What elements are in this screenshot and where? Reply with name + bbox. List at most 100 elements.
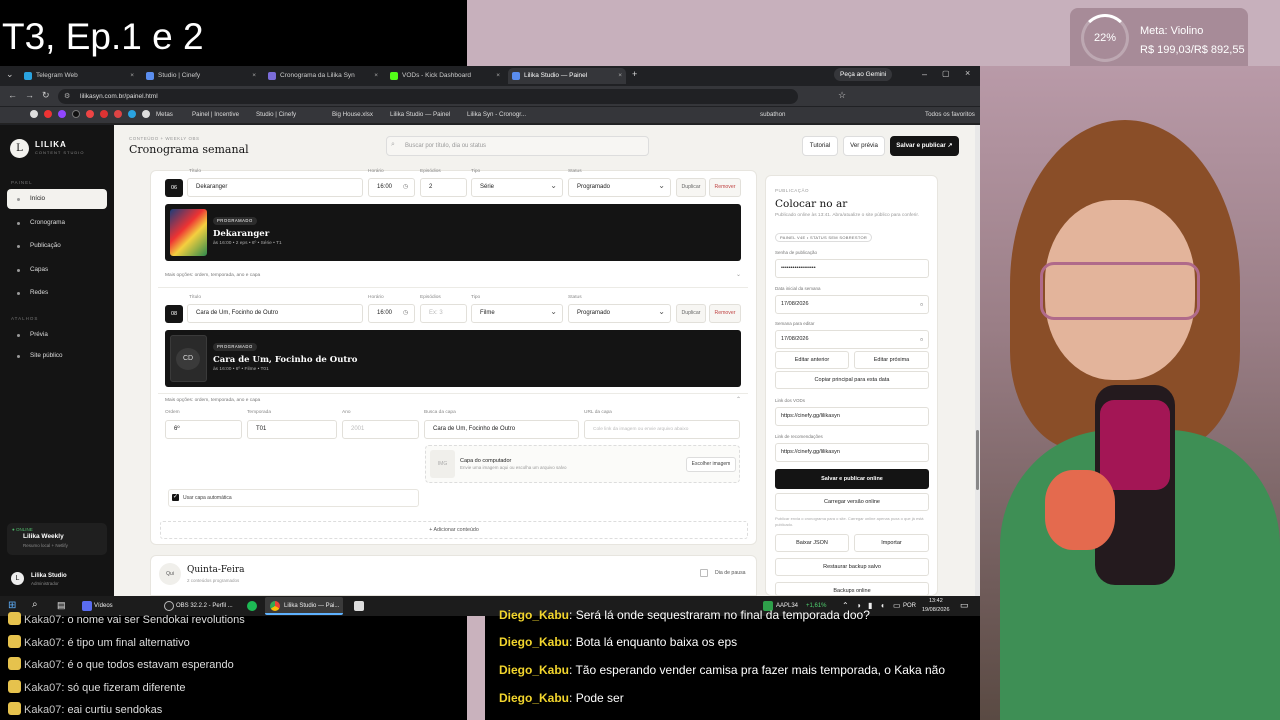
bookmark-star-icon[interactable]: ☆ [838, 90, 846, 101]
bookmark-subathon[interactable]: subathon [760, 111, 785, 118]
title-input[interactable]: Dekaranger [187, 178, 363, 197]
clock-time[interactable]: 13:42 [929, 598, 943, 604]
videos-app-icon[interactable] [82, 601, 92, 611]
duplicate-button[interactable]: Duplicar [676, 304, 706, 323]
window-close-icon[interactable]: × [965, 69, 970, 78]
telegram-icon[interactable] [128, 110, 136, 118]
minimize-icon[interactable]: – [922, 70, 927, 79]
clock-date[interactable]: 19/08/2026 [922, 607, 950, 613]
episodes-input[interactable]: 2 [420, 178, 467, 197]
reload-icon[interactable]: ↻ [42, 91, 50, 100]
vods-link-input[interactable]: https://cinefy.gg/lilikasyn [775, 407, 929, 426]
site-info-icon[interactable]: ⚙ [64, 92, 70, 100]
duplicate-button[interactable]: Duplicar [676, 178, 706, 197]
youtube-icon[interactable] [100, 110, 108, 118]
copy-main-button[interactable]: Copiar principal para esta data [775, 371, 929, 389]
close-icon[interactable]: × [374, 68, 378, 84]
more-options-toggle[interactable]: Mais opções: ordem, temporada, ano e cap… [165, 273, 260, 278]
title-input[interactable]: Cara de Um, Focinho de Outro [187, 304, 363, 323]
sidebar-item-redes[interactable]: Redes [7, 283, 107, 303]
save-publish-online-button[interactable]: Salvar e publicar online [775, 469, 929, 489]
bookmark-lilika-studio[interactable]: Lilika Studio — Painel [390, 111, 450, 118]
back-icon[interactable]: ← [8, 91, 17, 100]
tiktok-icon[interactable] [72, 110, 80, 118]
scrollbar-thumb[interactable] [976, 430, 979, 490]
edit-next-button[interactable]: Editar próxima [854, 351, 929, 369]
bookmark-incentive[interactable]: Painel | Incentive [192, 111, 239, 118]
edit-previous-button[interactable]: Editar anterior [775, 351, 849, 369]
gemini-button[interactable]: Peça ao Gemini [834, 68, 893, 81]
close-icon[interactable]: × [618, 68, 622, 84]
youtube-icon[interactable] [44, 110, 52, 118]
bookmark-cinefy[interactable]: Studio | Cinefy [256, 111, 296, 118]
tab-cinefy[interactable]: Studio | Cinefy × [142, 68, 260, 84]
more-options-toggle[interactable]: Mais opções: ordem, temporada, ano e cap… [165, 398, 260, 403]
password-input[interactable]: •••••••••••••••••• [775, 259, 929, 278]
bookmark-metas[interactable]: Metas [156, 111, 173, 118]
forward-icon[interactable]: → [25, 91, 34, 100]
save-publish-button[interactable]: Salvar e publicar ↗ [890, 136, 959, 156]
sidebar-item-site-publico[interactable]: Site público [7, 346, 107, 366]
tutorial-button[interactable]: Tutorial [802, 136, 838, 156]
task-view-icon[interactable]: ▤ [57, 600, 66, 611]
close-icon[interactable]: × [496, 68, 500, 84]
notifications-icon[interactable]: ▭ [960, 600, 969, 611]
tab-cronograma[interactable]: Cronograma da Lilika Syn × [264, 68, 382, 84]
preview-button[interactable]: Ver prévia [843, 136, 885, 156]
episodes-input[interactable]: Ex: 3 [420, 304, 467, 323]
sidebar-item-publicacao[interactable]: Publicação [7, 236, 107, 256]
import-button[interactable]: Importar [854, 534, 929, 552]
bookmark-bighouse[interactable]: Big House.xlsx [332, 111, 373, 118]
sidebar-item-capas[interactable]: Capas [7, 260, 107, 280]
bookmark-cronograma[interactable]: Lilika Syn - Cronogr... [467, 111, 526, 118]
tab-search-icon[interactable]: ⌄ [6, 70, 14, 79]
order-input[interactable]: 6º [165, 420, 242, 439]
restore-backup-button[interactable]: Restaurar backup salvo [775, 558, 929, 576]
choose-image-button[interactable]: Escolher imagem [686, 457, 736, 472]
bookmark-all[interactable]: Todos os favoritos [925, 111, 975, 118]
type-select[interactable]: Série [471, 178, 563, 197]
pinterest-icon[interactable] [114, 110, 122, 118]
tray-battery-icon[interactable]: ▭ [893, 596, 901, 616]
year-input[interactable]: 2001 [342, 420, 419, 439]
rest-day-checkbox[interactable] [700, 569, 708, 577]
remove-button[interactable]: Remover [709, 304, 741, 323]
tab-lilika-studio[interactable]: Lilika Studio — Painel × [508, 68, 626, 84]
edit-week-date-input[interactable]: 17/08/2026 [775, 330, 929, 349]
input-language[interactable]: POR [903, 596, 916, 616]
close-icon[interactable]: × [252, 68, 256, 84]
spotify-icon[interactable] [247, 601, 257, 611]
type-select[interactable]: Filme [471, 304, 563, 323]
maximize-icon[interactable]: ▢ [942, 70, 950, 78]
sidebar-item-inicio[interactable]: Início [7, 189, 107, 209]
status-select[interactable]: Programado [568, 304, 671, 323]
status-select[interactable]: Programado [568, 178, 671, 197]
chevron-down-icon[interactable]: ⌄ [736, 271, 741, 278]
bookmark-icon[interactable] [142, 110, 150, 118]
cover-url-input[interactable]: Cole link da imagem ou envie arquivo aba… [584, 420, 740, 439]
auto-cover-checkbox[interactable]: ✓ [172, 494, 179, 501]
windows-start-icon[interactable]: ⊞ [8, 600, 16, 611]
tray-volume-icon[interactable]: ◖ [880, 596, 885, 616]
new-tab-button[interactable]: + [632, 70, 637, 79]
week-start-date-input[interactable]: 17/08/2026 [775, 295, 929, 314]
bookmark-icon[interactable] [86, 110, 94, 118]
cover-search-input[interactable]: Cara de Um, Focinho de Outro [424, 420, 579, 439]
google-icon[interactable] [30, 110, 38, 118]
tab-kick[interactable]: VODs - Kick Dashboard × [386, 68, 504, 84]
add-content-button[interactable]: + Adicionar conteúdo [160, 521, 748, 539]
url-input[interactable]: lilikasyn.com.br/painel.html [58, 89, 798, 104]
load-online-button[interactable]: Carregar versão online [775, 493, 929, 511]
search-input[interactable]: Buscar por título, dia ou status [386, 136, 649, 156]
remove-button[interactable]: Remover [709, 178, 741, 197]
search-icon[interactable]: ⌕ [32, 599, 38, 610]
chevron-up-icon[interactable]: ⌃ [736, 396, 741, 403]
twitch-icon[interactable] [58, 110, 66, 118]
recommendations-link-input[interactable]: https://cinefy.gg/lilikasyn [775, 443, 929, 462]
close-icon[interactable]: × [130, 68, 134, 84]
scrollbar[interactable] [975, 125, 980, 596]
obs-icon[interactable] [164, 601, 174, 611]
sidebar-item-cronograma[interactable]: Cronograma [7, 213, 107, 233]
online-backups-button[interactable]: Backups online [775, 582, 929, 596]
download-json-button[interactable]: Baixar JSON [775, 534, 849, 552]
